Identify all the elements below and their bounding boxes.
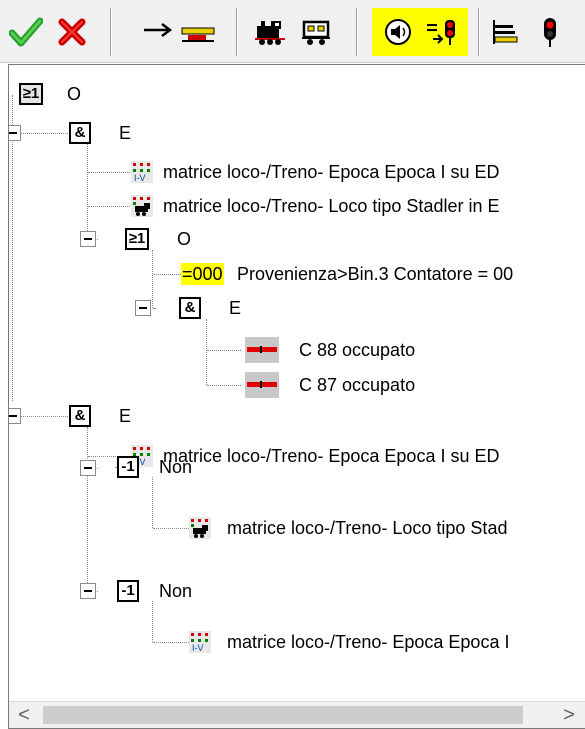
toolbar-separator (478, 8, 479, 56)
occupied-block-icon (245, 337, 279, 363)
tree-line (153, 528, 189, 529)
tree-line (153, 274, 181, 275)
root-or-label[interactable]: O (67, 83, 81, 105)
scrollbar-thumb[interactable] (43, 706, 523, 724)
loco-matrix-icon (189, 517, 211, 539)
not-gate-icon[interactable]: -1 (117, 456, 139, 478)
epoch-matrix-icon: I-V (131, 161, 153, 183)
scroll-left-button[interactable]: < (11, 702, 37, 728)
and-gate-icon[interactable]: & (69, 405, 91, 427)
not-gate-icon[interactable]: -1 (117, 580, 139, 602)
not-node-label[interactable]: Non (159, 580, 192, 602)
locomotive-icon (255, 21, 285, 45)
tree-line (206, 319, 207, 385)
occupied-block-icon (245, 372, 279, 398)
toolbar-group-confirm (6, 10, 92, 54)
signal-arrow-icon (427, 20, 455, 45)
tree-line (20, 133, 68, 134)
horizontal-scrollbar[interactable]: < > (9, 701, 585, 728)
collapse-toggle[interactable] (80, 231, 96, 247)
toolbar-group-highlighted (372, 8, 468, 56)
tree-line (207, 385, 241, 386)
tree-item-label[interactable]: C 88 occupato (299, 339, 415, 361)
or-gate-icon[interactable]: ≥1 (19, 83, 43, 105)
tree-line (88, 172, 130, 173)
locomotive-button[interactable] (250, 12, 290, 52)
tree-item-label[interactable]: C 87 occupato (299, 374, 415, 396)
wagon-button[interactable] (296, 12, 336, 52)
track-bars-button[interactable] (484, 12, 524, 52)
tree-line (87, 427, 88, 591)
tree-item-label[interactable]: matrice loco-/Treno- Loco tipo Stad (227, 517, 507, 539)
collapse-toggle[interactable] (80, 460, 96, 476)
tree-line (152, 477, 153, 528)
toolbar-group-vehicles (250, 10, 336, 54)
checkmark-icon (9, 17, 43, 47)
and-node-label[interactable]: E (229, 297, 241, 319)
collapse-toggle[interactable] (135, 300, 151, 316)
signal-route-button[interactable] (422, 12, 462, 52)
counter-badge: =000 (181, 263, 224, 285)
and-node-label[interactable]: E (119, 405, 131, 427)
toolbar-separator (110, 8, 111, 56)
tree-line (87, 137, 88, 231)
tree-line (153, 308, 155, 309)
tree-item-label[interactable]: Provenienza>Bin.3 Contatore = 00 (237, 263, 513, 285)
tree-item-label[interactable]: matrice loco-/Treno- Loco tipo Stadler i… (163, 195, 499, 217)
and-node-label[interactable]: E (119, 122, 131, 144)
wagon-icon (302, 20, 330, 45)
collapse-toggle[interactable] (9, 125, 21, 141)
and-gate-icon[interactable]: & (179, 297, 201, 319)
cancel-button[interactable] (52, 12, 92, 52)
speaker-icon (385, 19, 411, 45)
route-to-track-button[interactable] (140, 12, 220, 52)
tree-item-label[interactable]: matrice loco-/Treno- Epoca Epoca I (227, 631, 509, 653)
loco-matrix-icon (131, 195, 153, 217)
tree-item-label[interactable]: matrice loco-/Treno- Epoca Epoca I su ED (163, 161, 499, 183)
toolbar (0, 0, 585, 63)
collapse-toggle[interactable] (80, 583, 96, 599)
toolbar-group-route (140, 10, 220, 54)
tree-item-label[interactable]: matrice loco-/Treno- Epoca Epoca I su ED (163, 445, 499, 467)
signal-light-icon (544, 18, 556, 47)
svg-text:I-V: I-V (134, 173, 146, 183)
epoch-matrix-icon: I-V (189, 631, 211, 653)
collapse-toggle[interactable] (9, 408, 21, 424)
logic-tree: ≥1 O & E I-V matrice loco-/Treno- Epoca … (9, 65, 585, 705)
or-gate-icon[interactable]: ≥1 (125, 228, 149, 250)
scroll-right-button[interactable]: > (556, 702, 582, 728)
not-node-label[interactable]: Non (159, 456, 192, 478)
toolbar-separator (356, 8, 357, 56)
tree-line (152, 601, 153, 642)
tree-line (88, 206, 130, 207)
tree-line (20, 416, 68, 417)
signal-light-button[interactable] (530, 12, 570, 52)
svg-text:I-V: I-V (192, 643, 204, 653)
toolbar-separator (236, 8, 237, 56)
tree-line (152, 250, 153, 308)
cross-icon (58, 18, 86, 46)
logic-tree-panel: ≥1 O & E I-V matrice loco-/Treno- Epoca … (8, 64, 585, 729)
tree-line (153, 642, 189, 643)
tree-line (207, 350, 241, 351)
arrow-to-track-icon (144, 23, 215, 42)
and-gate-icon[interactable]: & (69, 122, 91, 144)
track-bars-icon (493, 20, 518, 44)
or-node-label[interactable]: O (177, 228, 191, 250)
toolbar-group-signals (484, 10, 570, 54)
sound-button[interactable] (378, 12, 418, 52)
confirm-button[interactable] (6, 12, 46, 52)
